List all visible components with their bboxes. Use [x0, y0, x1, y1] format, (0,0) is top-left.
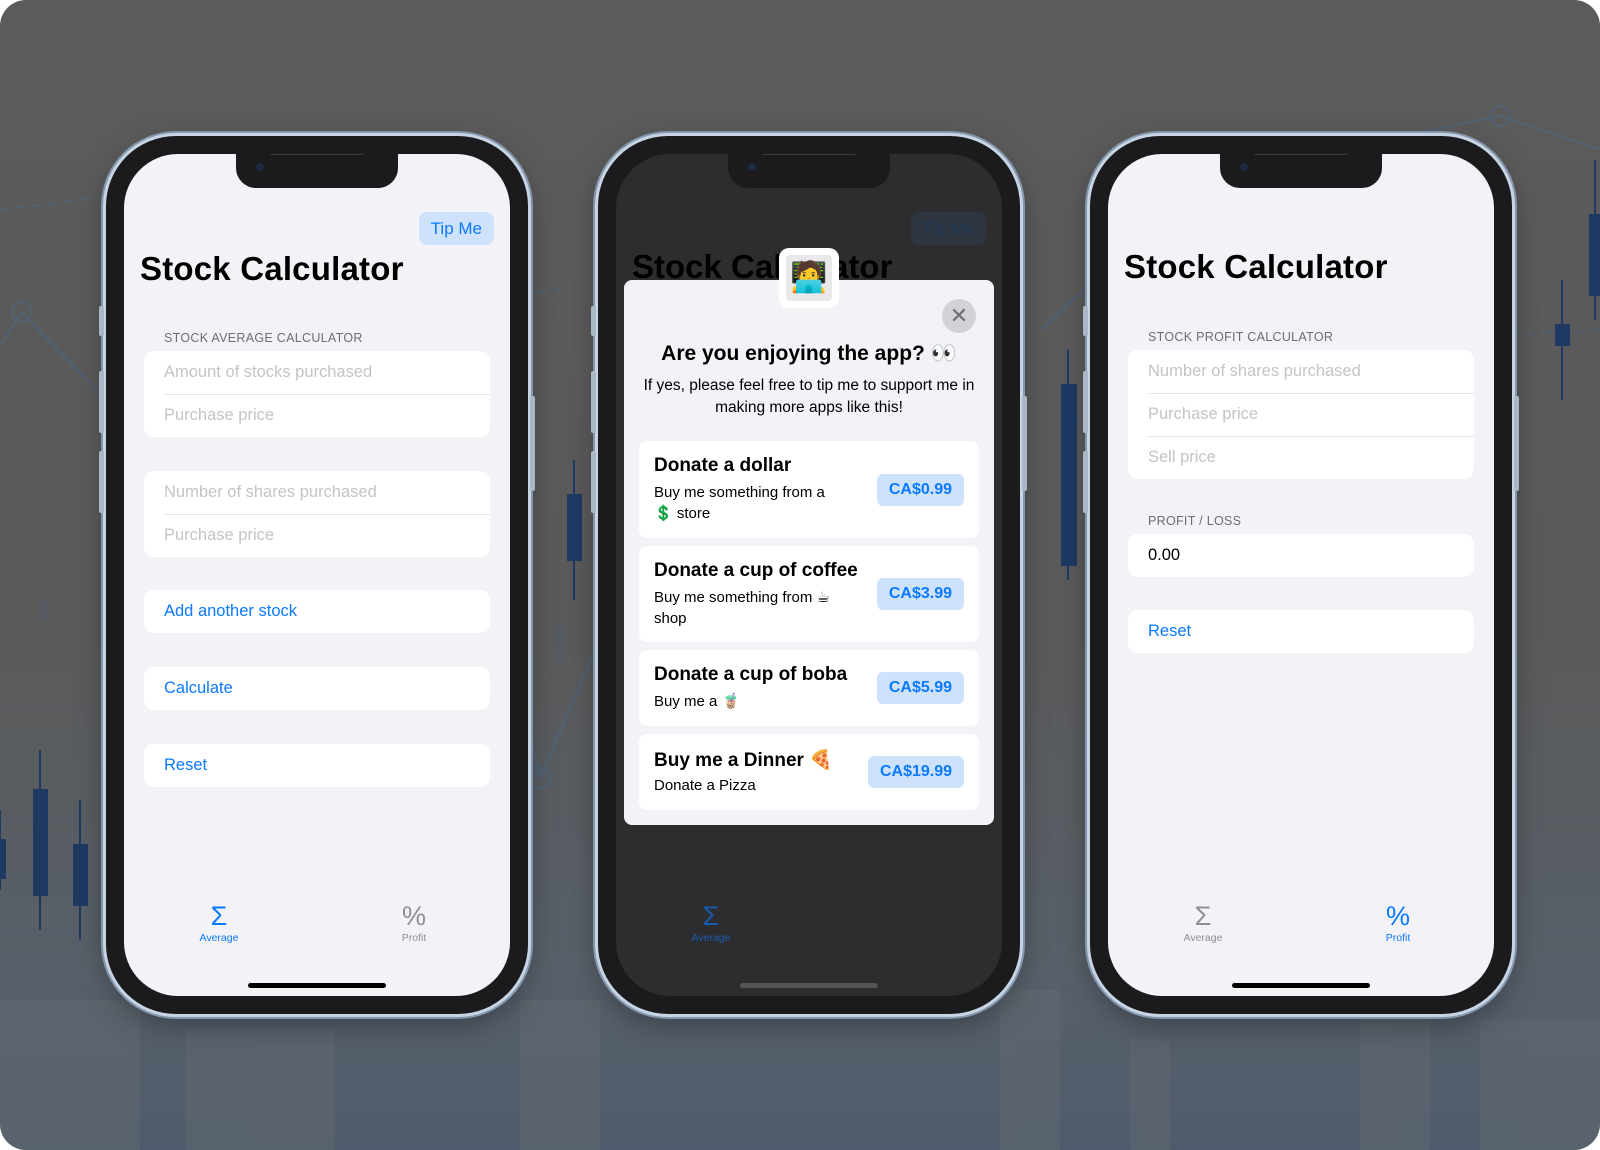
percent-icon: %	[1385, 901, 1410, 931]
close-icon[interactable]: ✕	[942, 299, 976, 333]
amount-of-stocks-input[interactable]: Amount of stocks purchased	[144, 351, 490, 394]
number-of-shares-input[interactable]: Number of shares purchased	[144, 471, 490, 514]
number-of-shares-input[interactable]: Number of shares purchased	[1128, 350, 1474, 393]
notch	[236, 154, 398, 188]
tip-option-boba[interactable]: Donate a cup of boba Buy me a 🧋 CA$5.99	[639, 650, 979, 726]
tip-me-button[interactable]: Tip Me	[910, 212, 986, 245]
tab-average[interactable]: Σ Average	[179, 902, 259, 944]
showcase-canvas: Tip Me Stock Calculator STOCK AVERAGE CA…	[0, 0, 1600, 1150]
purchase-price-input[interactable]: Purchase price	[144, 394, 490, 437]
notch	[728, 154, 890, 188]
tip-description: Donate a Pizza	[654, 777, 756, 794]
result-group: 0.00	[1128, 534, 1474, 577]
section-label: STOCK AVERAGE CALCULATOR	[164, 331, 363, 345]
profit-screen: Stock Calculator STOCK PROFIT CALCULATOR…	[1108, 154, 1494, 996]
home-indicator[interactable]	[740, 983, 878, 988]
developer-avatar: 🧑‍💻	[779, 248, 839, 308]
home-indicator[interactable]	[248, 983, 386, 988]
price-button[interactable]: CA$0.99	[876, 474, 964, 506]
phone-average: Tip Me Stock Calculator STOCK AVERAGE CA…	[99, 136, 535, 1014]
percent-icon: %	[401, 901, 426, 931]
stock-2-group: Number of shares purchased Purchase pric…	[144, 471, 490, 557]
phone-profit: Stock Calculator STOCK PROFIT CALCULATOR…	[1083, 136, 1519, 1014]
tip-description: Buy me something from a 💲 store	[654, 484, 825, 522]
calculate-group: Calculate	[144, 667, 490, 710]
add-stock-group: Add another stock	[144, 590, 490, 633]
tip-title: Donate a cup of coffee	[654, 560, 858, 581]
tip-me-button[interactable]: Tip Me	[418, 212, 494, 245]
tab-average[interactable]: Σ Average	[671, 902, 751, 944]
sheet-heading: Are you enjoying the app? 👀	[661, 342, 957, 365]
average-screen: Tip Me Stock Calculator STOCK AVERAGE CA…	[124, 154, 510, 996]
sell-price-input[interactable]: Sell price	[1128, 436, 1474, 479]
price-button[interactable]: CA$5.99	[876, 672, 964, 704]
tip-option-dinner[interactable]: Buy me a Dinner 🍕 Donate a Pizza CA$19.9…	[639, 734, 979, 810]
tab-label: Average	[1183, 932, 1223, 944]
add-another-stock-button[interactable]: Add another stock	[144, 590, 490, 633]
reset-group: Reset	[144, 744, 490, 787]
tab-label: Average	[199, 932, 239, 944]
reset-button[interactable]: Reset	[1128, 610, 1474, 653]
stock-1-group: Amount of stocks purchased Purchase pric…	[144, 351, 490, 437]
reset-button[interactable]: Reset	[144, 744, 490, 787]
purchase-price-input[interactable]: Purchase price	[1128, 393, 1474, 436]
tab-bar: Σ Average % Profit	[1108, 902, 1494, 952]
tab-average[interactable]: Σ Average	[1163, 902, 1243, 944]
page-title: Stock Calculator	[1124, 248, 1388, 285]
home-indicator[interactable]	[1232, 983, 1370, 988]
sheet-subtitle: If yes, please feel free to tip me to su…	[643, 377, 975, 416]
developer-avatar-icon: 🧑‍💻	[786, 255, 832, 301]
notch	[1220, 154, 1382, 188]
tip-title: Buy me a Dinner 🍕	[654, 750, 833, 771]
tip-screen: Tip Me Stock Calculator 🧑‍💻 ✕ Are you en…	[616, 154, 1002, 996]
section-label: STOCK PROFIT CALCULATOR	[1148, 330, 1334, 344]
purchase-price-input[interactable]: Purchase price	[144, 514, 490, 557]
sigma-icon: Σ	[702, 901, 720, 931]
phone-tip-sheet: Tip Me Stock Calculator 🧑‍💻 ✕ Are you en…	[591, 136, 1027, 1014]
tip-title: Donate a dollar	[654, 455, 792, 476]
sigma-icon: Σ	[210, 901, 228, 931]
page-title: Stock Calculator	[140, 250, 404, 287]
tip-sheet: ✕ Are you enjoying the app? 👀 If yes, pl…	[624, 280, 994, 825]
tab-profit[interactable]: % Profit	[1358, 902, 1438, 944]
tab-bar: Σ Average % Profit	[124, 902, 510, 952]
tip-description: Buy me a 🧋	[654, 693, 741, 710]
tip-option-coffee[interactable]: Donate a cup of coffee Buy me something …	[639, 546, 979, 642]
reset-group: Reset	[1128, 610, 1474, 653]
tip-title: Donate a cup of boba	[654, 664, 848, 685]
tab-label: Profit	[401, 932, 427, 944]
calculate-button[interactable]: Calculate	[144, 667, 490, 710]
result-label: PROFIT / LOSS	[1148, 514, 1242, 528]
tab-profit[interactable]: % Profit	[374, 902, 454, 944]
tab-label: Average	[691, 932, 731, 944]
price-button[interactable]: CA$3.99	[876, 578, 964, 610]
profit-loss-value: 0.00	[1148, 546, 1181, 564]
sigma-icon: Σ	[1194, 901, 1212, 931]
tip-option-dollar[interactable]: Donate a dollar Buy me something from a …	[639, 441, 979, 538]
tip-description: Buy me something from ☕ shop	[654, 589, 831, 627]
profit-inputs-group: Number of shares purchased Purchase pric…	[1128, 350, 1474, 479]
tab-label: Profit	[1385, 932, 1411, 944]
price-button[interactable]: CA$19.99	[867, 756, 964, 788]
tab-bar: Σ Average	[616, 902, 1002, 952]
